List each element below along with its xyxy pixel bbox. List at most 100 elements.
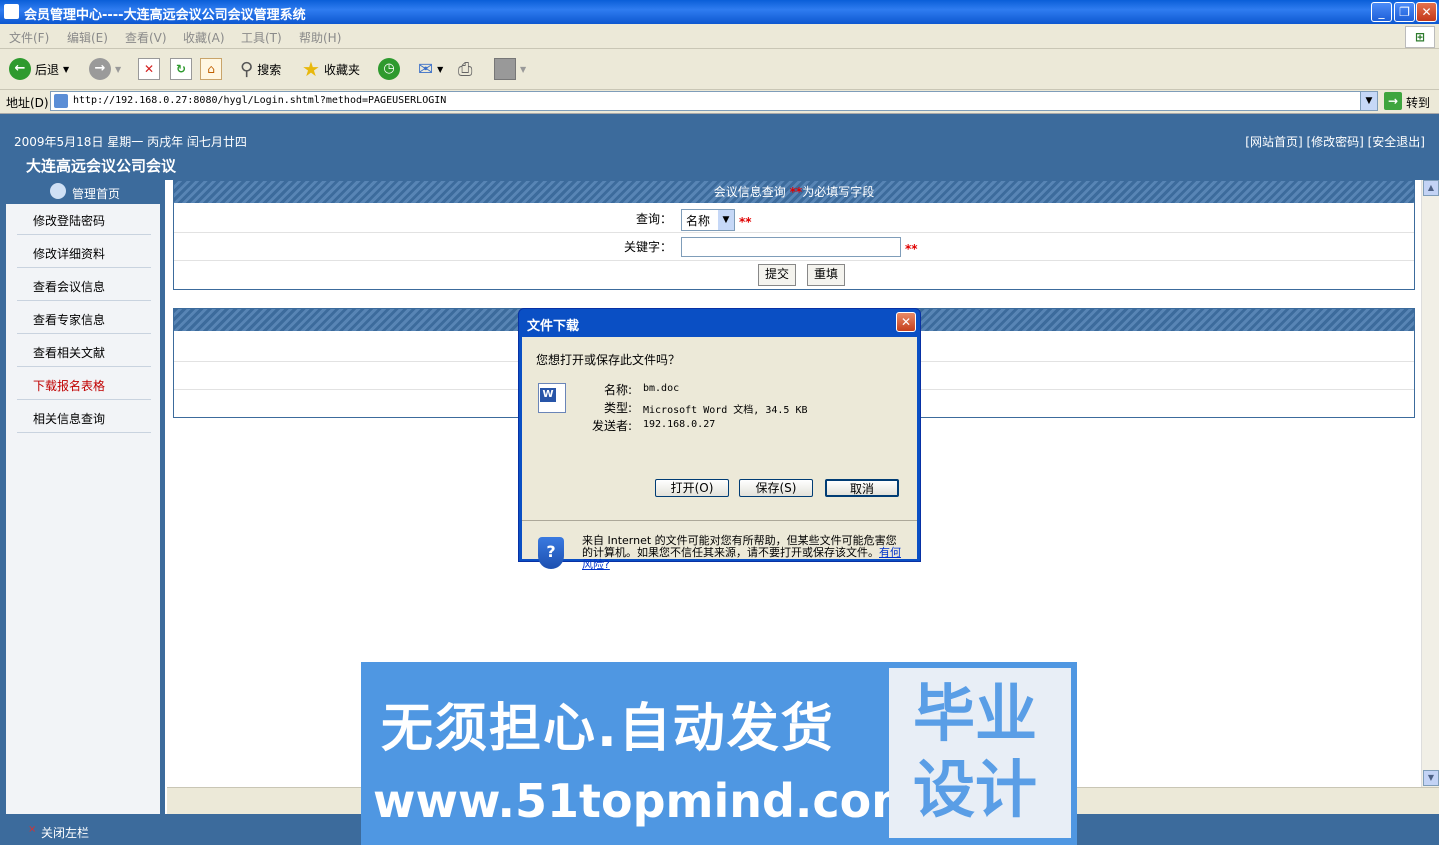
- mail-button[interactable]: ✉ ▼: [418, 58, 443, 80]
- mail-dropdown-icon[interactable]: ▼: [437, 65, 443, 74]
- go-button[interactable]: 转到: [1406, 94, 1430, 111]
- search-icon: ⚲: [240, 58, 254, 80]
- sidebar-item-view-meetings[interactable]: 查看会议信息: [17, 269, 151, 301]
- restore-button[interactable]: ❐: [1394, 2, 1415, 22]
- mail-icon: ✉: [418, 58, 434, 80]
- sidebar-item-view-experts[interactable]: 查看专家信息: [17, 302, 151, 334]
- edit-icon: [494, 58, 516, 80]
- word-w-icon: W: [540, 388, 556, 402]
- query-label: 查询：: [636, 212, 673, 226]
- query-type-select[interactable]: 名称 ▼: [681, 209, 735, 231]
- address-input[interactable]: http://192.168.0.27:8080/hygl/Login.shtm…: [50, 91, 1378, 111]
- reset-button[interactable]: 重填: [807, 264, 845, 286]
- sidebar-item-download-form[interactable]: 下载报名表格: [17, 368, 151, 400]
- forward-button[interactable]: → ▼: [89, 58, 121, 80]
- shield-question-icon: ?: [538, 537, 564, 569]
- address-url: http://192.168.0.27:8080/hygl/Login.shtm…: [73, 95, 447, 106]
- refresh-icon: ↻: [170, 58, 192, 80]
- watermark-banner: 无须担心.自动发货 www.51topmind.com 毕业设计: [361, 662, 1077, 845]
- dialog-warning: 来自 Internet 的文件可能对您有所帮助，但某些文件可能危害您的计算机。如…: [582, 535, 904, 571]
- menu-tools[interactable]: 工具(T): [241, 29, 282, 46]
- close-x-icon: ×: [28, 824, 37, 835]
- file-sender-value: 192.168.0.27: [643, 419, 716, 430]
- scroll-up-icon[interactable]: ▲: [1423, 180, 1439, 196]
- dialog-question: 您想打开或保存此文件吗？: [536, 353, 681, 367]
- required-mark: **: [789, 185, 803, 199]
- page-header: 2009年5月18日 星期一 丙戌年 闰七月廿四 大连高远会议公司会议 [网站首…: [0, 114, 1439, 180]
- back-button[interactable]: ← 后退 ▼: [9, 58, 69, 80]
- sidebar-item-view-literature[interactable]: 查看相关文献: [17, 335, 151, 367]
- home-button[interactable]: ⌂: [200, 58, 222, 80]
- file-type-label: 类型:: [604, 401, 633, 415]
- menu-file[interactable]: 文件(F): [9, 29, 49, 46]
- forward-dropdown-icon[interactable]: ▼: [115, 65, 121, 74]
- banner-badge: 毕业设计: [889, 668, 1071, 838]
- required-mark: **: [739, 215, 752, 229]
- edit-dropdown-icon[interactable]: ▼: [520, 65, 526, 74]
- menu-help[interactable]: 帮助(H): [299, 29, 341, 46]
- save-button[interactable]: 保存(S): [739, 479, 813, 497]
- dialog-close-icon[interactable]: ✕: [896, 312, 916, 332]
- stop-icon: ✕: [138, 58, 160, 80]
- required-mark: **: [905, 242, 918, 256]
- scroll-down-icon[interactable]: ▼: [1423, 770, 1439, 786]
- sidebar-item-change-password[interactable]: 修改登陆密码: [17, 203, 151, 235]
- address-bar: 地址(D) http://192.168.0.27:8080/hygl/Logi…: [0, 90, 1439, 114]
- sidebar-item-info-search[interactable]: 相关信息查询: [17, 401, 151, 433]
- close-left-column-link[interactable]: 关闭左栏: [41, 824, 89, 841]
- select-chevron-down-icon: ▼: [718, 210, 734, 230]
- menu-bar: 文件(F) 编辑(E) 查看(V) 收藏(A) 工具(T) 帮助(H) ⊞: [0, 24, 1439, 49]
- star-icon: ★: [302, 57, 320, 81]
- print-button[interactable]: ⎙: [458, 58, 472, 80]
- address-label: 地址(D): [6, 96, 49, 110]
- banner-badge-text: 毕业设计: [913, 676, 1047, 828]
- file-type-value: Microsoft Word 文档, 34.5 KB: [643, 405, 808, 416]
- open-button[interactable]: 打开(O): [655, 479, 729, 497]
- site-title: 大连高远会议公司会议: [26, 157, 177, 175]
- warning-text: 来自 Internet 的文件可能对您有所帮助，但某些文件可能危害您的计算机。如…: [582, 534, 897, 559]
- dialog-title: 文件下载: [527, 319, 580, 334]
- menu-favorites[interactable]: 收藏(A): [183, 29, 225, 46]
- history-icon: ◷: [378, 58, 400, 80]
- favorites-button[interactable]: ★ 收藏夹: [302, 57, 360, 81]
- date-text: 2009年5月18日 星期一 丙戌年 闰七月廿四: [14, 135, 247, 149]
- close-button[interactable]: ✕: [1416, 2, 1437, 22]
- edit-button[interactable]: ▼: [494, 58, 526, 80]
- file-sender-label: 发送者:: [592, 419, 633, 433]
- back-arrow-icon: ←: [9, 58, 31, 80]
- required-note: 为必填写字段: [802, 185, 875, 199]
- history-button[interactable]: ◷: [378, 58, 400, 80]
- stop-button[interactable]: ✕: [138, 58, 160, 80]
- search-button[interactable]: ⚲ 搜索: [240, 58, 281, 80]
- query-panel-title: 会议信息查询: [713, 185, 786, 199]
- window-title: 会员管理中心----大连高远会议公司会议管理系统: [24, 8, 306, 23]
- address-dropdown-icon[interactable]: ▼: [1360, 92, 1377, 110]
- query-panel: 会议信息查询 **为必填写字段 查询： 名称 ▼ ** 关键字： ** 提交 重…: [173, 180, 1415, 290]
- menu-edit[interactable]: 编辑(E): [67, 29, 108, 46]
- home-globe-icon: [50, 183, 66, 199]
- keyword-input[interactable]: [681, 237, 901, 257]
- top-links[interactable]: [网站首页] [修改密码] [安全退出]: [1245, 133, 1425, 150]
- dialog-body: 您想打开或保存此文件吗？ W 名称: bm.doc 类型: Microsoft …: [522, 337, 917, 571]
- file-download-dialog: 文件下载 ✕ 您想打开或保存此文件吗？ W 名称: bm.doc 类型: Mic…: [518, 308, 921, 571]
- favorites-label: 收藏夹: [323, 62, 360, 77]
- ie-page-icon: [4, 4, 19, 19]
- refresh-button[interactable]: ↻: [170, 58, 192, 80]
- vertical-scrollbar[interactable]: ▲ ▼: [1421, 180, 1439, 787]
- go-arrow-icon[interactable]: →: [1384, 92, 1402, 110]
- query-type-value: 名称: [686, 214, 711, 228]
- row-divider: [174, 260, 1414, 261]
- banner-url: www.51topmind.com: [373, 774, 920, 828]
- menu-view[interactable]: 查看(V): [125, 29, 167, 46]
- query-panel-header: 会议信息查询 **为必填写字段: [174, 181, 1414, 203]
- submit-button[interactable]: 提交: [758, 264, 796, 286]
- sidebar: 管理首页 修改登陆密码 修改详细资料 查看会议信息 查看专家信息 查看相关文献 …: [0, 180, 165, 814]
- minimize-button[interactable]: _: [1371, 2, 1392, 22]
- cancel-button[interactable]: 取消: [825, 479, 899, 497]
- sidebar-title[interactable]: 管理首页: [0, 182, 165, 202]
- windows-logo-icon: ⊞: [1405, 26, 1435, 48]
- back-dropdown-icon[interactable]: ▼: [63, 65, 69, 74]
- row-divider: [174, 232, 1414, 233]
- back-label: 后退: [35, 62, 60, 77]
- sidebar-item-edit-profile[interactable]: 修改详细资料: [17, 236, 151, 268]
